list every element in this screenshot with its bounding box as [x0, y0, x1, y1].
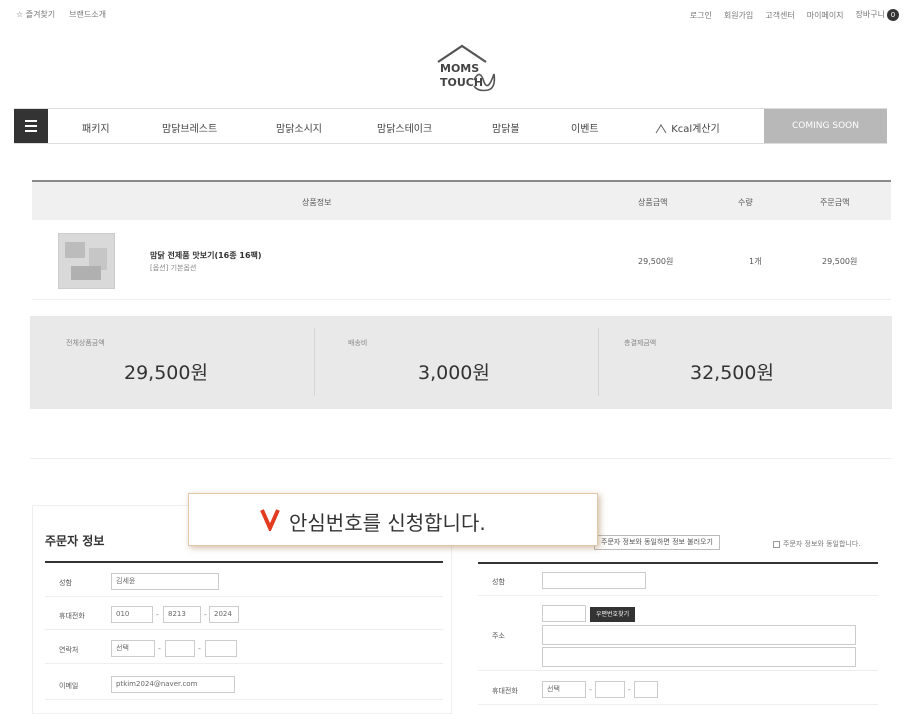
login-link[interactable]: 로그인	[690, 10, 712, 21]
callout-text: 안심번호를 신청합니다.	[289, 511, 486, 535]
summary-total-label: 총결제금액	[624, 339, 657, 347]
summary-product-amount: 29,500원	[124, 362, 208, 384]
header-product-info: 상품정보	[302, 198, 332, 207]
product-order-amount: 29,500원	[822, 257, 858, 266]
scale-icon	[655, 124, 667, 134]
hamburger-icon	[25, 120, 37, 122]
summary-shipping-amount: 3,000원	[418, 362, 490, 384]
same-as-orderer-label: 주문자 정보와 동일합니다.	[783, 540, 861, 548]
receiver-mobile-row: 휴대전화 선택 - -	[478, 675, 878, 705]
top-utility-bar: ☆ 즐겨찾기 브랜드소개 로그인 회원가입 고객센터 마이페이지 장바구니 0	[8, 0, 903, 26]
product-quantity: 1개	[749, 257, 762, 266]
receiver-address-row: 주소 우편번호찾기	[478, 601, 878, 671]
orderer-phone-row: 연락처 선택 - -	[45, 634, 443, 664]
table-row: 맘닭 전제품 맛보기(16종 16팩) [옵션] 기본옵션 29,500원 1개…	[32, 220, 891, 300]
orderer-phone-last-input[interactable]	[205, 640, 237, 657]
orderer-name-label: 성함	[59, 579, 72, 587]
product-thumbnail[interactable]	[58, 233, 115, 289]
logo-line-2: TOUCH	[440, 76, 483, 89]
receiver-address-label: 주소	[492, 632, 505, 640]
receiver-address-detail-input[interactable]	[542, 647, 856, 667]
payment-summary: 전체상품금액 29,500원 배송비 3,000원 총결제금액 32,500원	[30, 316, 892, 409]
product-price: 29,500원	[638, 257, 674, 266]
summary-product-total: 전체상품금액 29,500원	[30, 316, 317, 409]
product-name[interactable]: 맘닭 전제품 맛보기(16종 16팩)	[150, 250, 262, 261]
nav-kcal-label: Kcal계산기	[671, 124, 720, 135]
same-as-orderer-checkbox[interactable]: 주문자 정보와 동일합니다.	[773, 539, 861, 549]
receiver-mobile-last-input[interactable]	[634, 681, 658, 698]
orderer-name-input[interactable]: 김세윤	[111, 573, 219, 590]
receiver-info-section: 주문자 정보와 동일하면 정보 불러오기 주문자 정보와 동일합니다. 성함 주…	[478, 525, 883, 714]
receiver-address-input[interactable]	[542, 625, 856, 645]
load-orderer-info-button[interactable]: 주문자 정보와 동일하면 정보 불러오기	[594, 535, 720, 550]
nav-item-ball[interactable]: 맘닭볼	[492, 120, 520, 135]
nav-item-package[interactable]: 패키지	[82, 120, 110, 135]
order-page: ☆ 즐겨찾기 브랜드소개 로그인 회원가입 고객센터 마이페이지 장바구니 0 M…	[8, 0, 903, 714]
zipcode-search-button[interactable]: 우편번호찾기	[590, 607, 636, 622]
orderer-mobile-label: 휴대전화	[59, 612, 85, 620]
orderer-email-input[interactable]: ptkim2024@naver.com	[111, 676, 235, 693]
orderer-mobile-middle-input[interactable]: 8213	[163, 606, 201, 623]
brand-intro-link[interactable]: 브랜드소개	[69, 9, 106, 20]
mypage-link[interactable]: 마이페이지	[807, 10, 844, 21]
nav-item-breast[interactable]: 맘닭브레스트	[162, 120, 217, 135]
orderer-mobile-last-input[interactable]: 2024	[209, 606, 239, 623]
signup-link[interactable]: 회원가입	[724, 10, 753, 21]
orderer-mobile-row: 휴대전화 010 - 8213 - 2024	[45, 600, 443, 630]
receiver-mobile-label: 휴대전화	[492, 687, 518, 695]
orderer-phone-middle-input[interactable]	[165, 640, 195, 657]
header-quantity: 수량	[738, 198, 753, 207]
customer-center-link[interactable]: 고객센터	[765, 10, 794, 21]
orderer-info-title: 주문자 정보	[45, 534, 105, 548]
nav-item-event[interactable]: 이벤트	[571, 120, 599, 135]
summary-product-label: 전체상품금액	[66, 339, 105, 347]
brand-logo[interactable]: MOMS TOUCH	[426, 40, 508, 102]
cart-link[interactable]: 장바구니 0	[856, 9, 899, 21]
receiver-mobile-prefix-select[interactable]: 선택	[542, 681, 586, 698]
receiver-mobile-middle-input[interactable]	[595, 681, 625, 698]
nav-item-steak[interactable]: 맘닭스테이크	[377, 120, 432, 135]
summary-total-amount: 32,500원	[690, 362, 774, 384]
header-order-amount: 주문금액	[820, 198, 850, 207]
checkbox-icon	[773, 540, 780, 548]
cart-link-label: 장바구니	[855, 10, 885, 19]
orderer-email-label: 이메일	[59, 682, 79, 690]
main-nav: 패키지 맘닭브레스트 맘닭소시지 맘닭스테이크 맘닭볼 이벤트 Kcal계산기 …	[14, 108, 887, 144]
house-roof-icon: MOMS TOUCH	[437, 44, 496, 92]
cart-count-badge: 0	[887, 9, 899, 21]
receiver-zipcode-input[interactable]	[542, 605, 586, 622]
summary-shipping-label: 배송비	[348, 339, 368, 347]
summary-grand-total: 총결제금액 32,500원	[598, 316, 885, 409]
receiver-name-input[interactable]	[542, 572, 646, 589]
orderer-phone-prefix-select[interactable]: 선택	[111, 640, 155, 657]
receiver-name-label: 성함	[492, 578, 505, 586]
logo-line-1: MOMS	[440, 62, 479, 75]
safe-number-callout: 안심번호를 신청합니다.	[188, 493, 598, 546]
nav-item-kcal-calculator[interactable]: Kcal계산기	[654, 120, 720, 135]
product-option: [옵션] 기본옵션	[150, 264, 197, 272]
orderer-phone-label: 연락처	[59, 646, 79, 654]
orderer-email-row: 이메일 ptkim2024@naver.com	[45, 670, 443, 700]
table-header: 상품정보 상품금액 수량 주문금액	[32, 180, 891, 220]
order-table: 상품정보 상품금액 수량 주문금액 맘닭 전제품 맛보기(16종 16팩) [옵…	[32, 180, 891, 300]
coming-soon-banner: COMING SOON	[764, 109, 887, 143]
hamburger-menu-button[interactable]	[14, 109, 48, 143]
orderer-name-row: 성함 김세윤	[45, 567, 443, 597]
section-divider	[30, 458, 892, 459]
summary-shipping: 배송비 3,000원	[314, 316, 601, 409]
bookmark-link[interactable]: ☆ 즐겨찾기	[16, 9, 55, 20]
orderer-mobile-prefix-input[interactable]: 010	[111, 606, 153, 623]
red-v-check-icon	[259, 507, 281, 531]
receiver-name-row: 성함	[478, 566, 878, 596]
header-product-price: 상품금액	[638, 198, 668, 207]
nav-item-sausage[interactable]: 맘닭소시지	[276, 120, 322, 135]
